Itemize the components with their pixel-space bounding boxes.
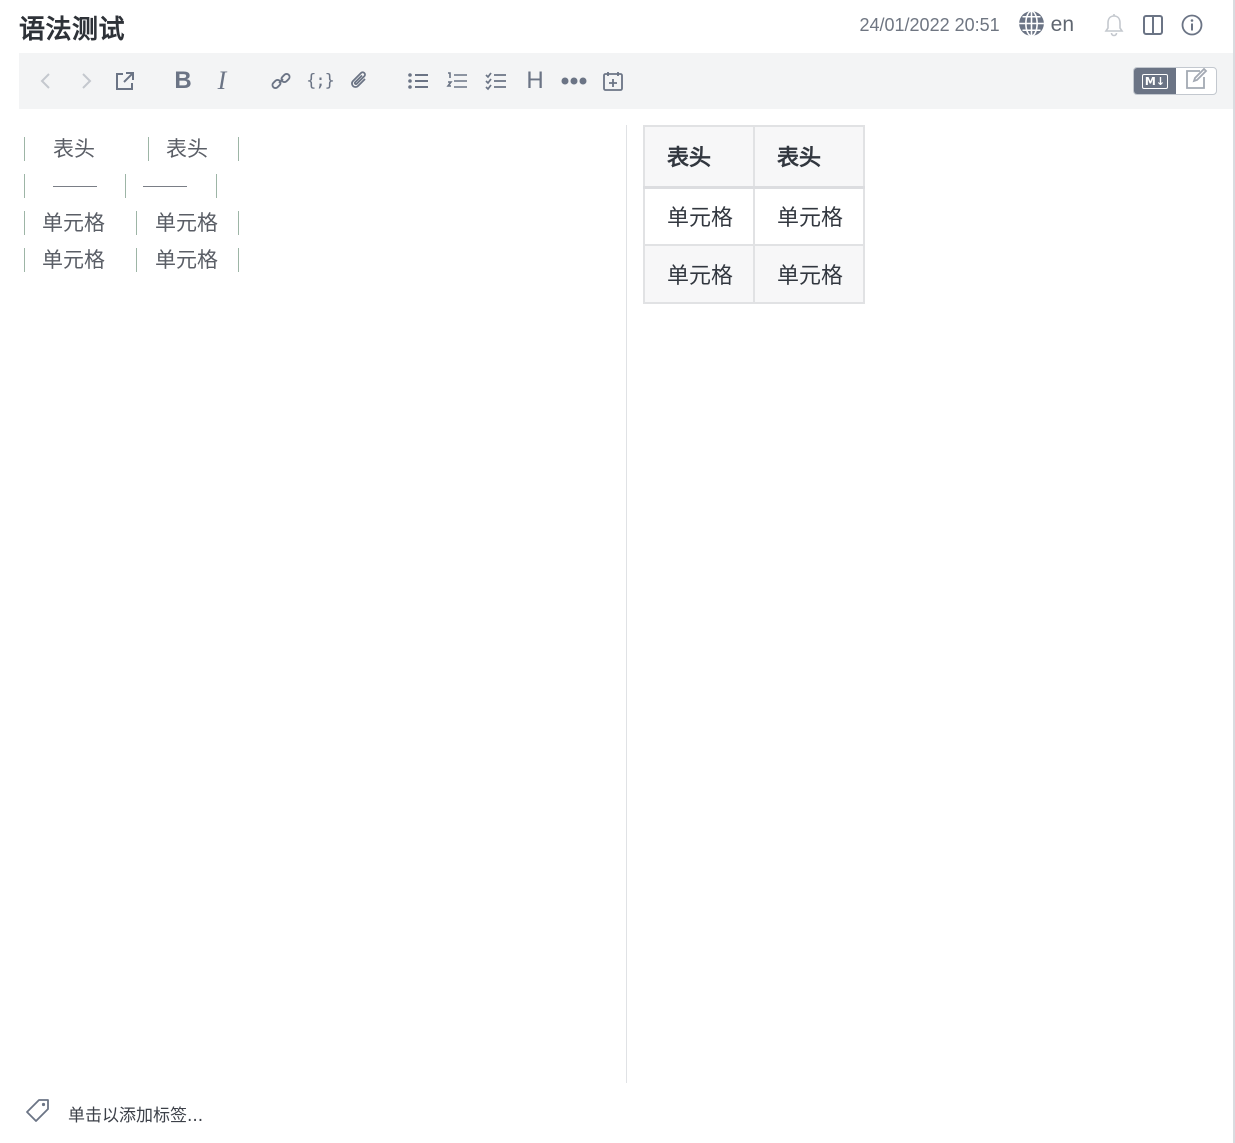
- tag-icon: [24, 1098, 52, 1128]
- table-header-cell: 表头: [753, 125, 865, 189]
- editor-line: 单元格 单元格: [19, 246, 239, 274]
- heading-button[interactable]: H: [521, 67, 549, 95]
- checklist-icon[interactable]: [482, 67, 510, 95]
- table-cell: 单元格: [643, 244, 755, 304]
- separator-dashes: [53, 186, 97, 187]
- edit-icon: [1184, 68, 1208, 94]
- editor-toolbar: B I {;} H M↓: [19, 53, 1233, 109]
- note-title[interactable]: 语法测试: [19, 9, 125, 46]
- language-selector[interactable]: en: [1018, 9, 1074, 41]
- markdown-preview: 表头 表头 单元格 单元格 单元格 单元格: [643, 125, 865, 304]
- note-datetime: 24/01/2022 20:51: [859, 14, 1000, 35]
- table-cell: 单元格: [753, 244, 865, 304]
- back-icon[interactable]: [32, 67, 60, 95]
- language-code: en: [1050, 13, 1074, 36]
- globe-icon: [1018, 9, 1045, 41]
- table-cell: 单元格: [643, 186, 755, 246]
- info-icon[interactable]: [1179, 12, 1205, 38]
- editor-line: [19, 172, 217, 200]
- pane-divider[interactable]: [626, 125, 627, 1083]
- table-row: 单元格 单元格: [643, 186, 865, 246]
- bold-button[interactable]: B: [169, 67, 197, 95]
- note-header: 语法测试 24/01/2022 20:51 en: [0, 0, 1233, 53]
- table-cell: 单元格: [753, 186, 865, 246]
- insert-date-icon[interactable]: [599, 67, 627, 95]
- link-icon[interactable]: [267, 67, 295, 95]
- numbered-list-icon[interactable]: [443, 67, 471, 95]
- header-actions: 24/01/2022 20:51 en: [860, 9, 1206, 41]
- italic-button[interactable]: I: [208, 67, 236, 95]
- preview-table: 表头 表头 单元格 单元格 单元格 单元格: [643, 125, 865, 304]
- add-tag-placeholder[interactable]: 单击以添加标签...: [68, 1101, 203, 1126]
- split-view-icon[interactable]: [1140, 12, 1166, 38]
- table-row: 单元格 单元格: [643, 244, 865, 304]
- attachment-icon[interactable]: [345, 67, 373, 95]
- editor-line: 表头 表头: [19, 135, 239, 163]
- table-header-row: 表头 表头: [643, 125, 865, 189]
- code-button[interactable]: {;}: [306, 67, 335, 95]
- bell-icon[interactable]: [1101, 12, 1127, 38]
- more-icon[interactable]: [560, 67, 588, 95]
- separator-dashes: [143, 186, 187, 187]
- tag-bar[interactable]: 单击以添加标签...: [24, 1097, 203, 1129]
- bullet-list-icon[interactable]: [404, 67, 432, 95]
- editor-line: 单元格 单元格: [19, 209, 239, 237]
- table-header-cell: 表头: [643, 125, 755, 189]
- markdown-mode-button[interactable]: M↓: [1134, 68, 1176, 94]
- markdown-editor[interactable]: 表头 表头 单元格 单元格 单元格 单元格: [19, 125, 619, 1083]
- forward-icon[interactable]: [72, 67, 100, 95]
- open-external-icon[interactable]: [111, 67, 139, 95]
- rich-text-mode-button[interactable]: [1176, 68, 1216, 94]
- editor-mode-switch: M↓: [1133, 67, 1217, 95]
